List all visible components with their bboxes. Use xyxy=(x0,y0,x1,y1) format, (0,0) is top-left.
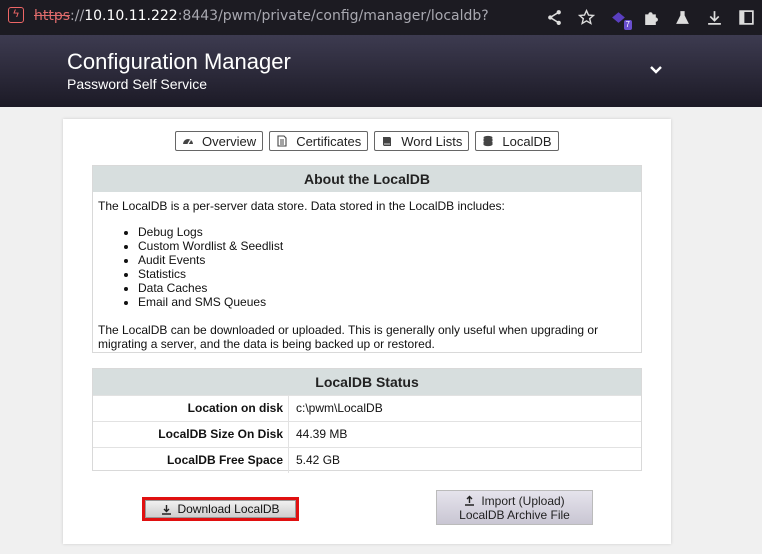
status-title: LocalDB Status xyxy=(93,369,641,395)
about-body: The LocalDB is a per-server data store. … xyxy=(93,192,641,358)
about-list: Debug Logs Custom Wordlist & Seedlist Au… xyxy=(98,225,636,309)
tab-overview[interactable]: Overview xyxy=(175,131,264,151)
list-item: Custom Wordlist & Seedlist xyxy=(138,239,636,253)
row-value: c:\pwm\LocalDB xyxy=(296,401,383,415)
lightning-icon[interactable]: ϟ xyxy=(8,7,24,23)
list-item: Audit Events xyxy=(138,253,636,267)
config-tabs: Overview Certificates Word Lists LocalDB xyxy=(175,131,565,151)
table-row: LocalDB Size On Disk 44.39 MB xyxy=(93,421,641,447)
app-title: Configuration Manager xyxy=(67,49,291,74)
puzzle-icon[interactable] xyxy=(634,5,666,29)
download-icon xyxy=(162,504,172,515)
app-header: Configuration Manager Password Self Serv… xyxy=(0,35,762,107)
row-key: LocalDB Size On Disk xyxy=(93,422,289,447)
row-value: 44.39 MB xyxy=(296,427,348,441)
tab-certificates[interactable]: Certificates xyxy=(269,131,369,151)
about-localdb-box: About the LocalDB The LocalDB is a per-s… xyxy=(92,165,642,353)
row-value: 5.42 GB xyxy=(296,453,341,467)
download-localdb-button[interactable]: Download LocalDB xyxy=(142,497,299,521)
table-row: LocalDB Free Space 5.42 GB xyxy=(93,447,641,473)
import-localdb-button[interactable]: Import (Upload) LocalDB Archive File xyxy=(436,490,593,525)
list-item: Statistics xyxy=(138,267,636,281)
download-icon[interactable] xyxy=(698,5,730,29)
share-icon[interactable] xyxy=(538,5,570,29)
about-intro: The LocalDB is a per-server data store. … xyxy=(98,199,505,213)
dashboard-icon xyxy=(183,139,193,145)
list-item: Email and SMS Queues xyxy=(138,295,636,309)
star-icon[interactable] xyxy=(570,5,602,29)
upload-icon xyxy=(465,495,475,506)
extension-icon[interactable]: 7 xyxy=(602,5,634,30)
url-text[interactable]: https://10.10.11.222:8443/pwm/private/co… xyxy=(34,8,489,24)
book-icon xyxy=(383,137,392,146)
browser-url-bar[interactable]: ϟ https://10.10.11.222:8443/pwm/private/… xyxy=(0,0,762,35)
about-title: About the LocalDB xyxy=(93,166,641,192)
tab-localdb[interactable]: LocalDB xyxy=(475,131,559,151)
chevron-down-icon[interactable] xyxy=(646,61,666,79)
about-outro: The LocalDB can be downloaded or uploade… xyxy=(98,323,599,351)
flask-icon[interactable] xyxy=(666,5,698,29)
database-icon xyxy=(483,135,493,147)
list-item: Data Caches xyxy=(138,281,636,295)
row-key: LocalDB Free Space xyxy=(93,448,289,473)
localdb-status-box: LocalDB Status Location on disk c:\pwm\L… xyxy=(92,368,642,473)
sidebar-icon[interactable] xyxy=(730,5,762,29)
table-row: Location on disk c:\pwm\LocalDB xyxy=(93,395,641,421)
list-item: Debug Logs xyxy=(138,225,636,239)
document-icon xyxy=(277,135,287,147)
row-key: Location on disk xyxy=(93,396,289,421)
app-subtitle: Password Self Service xyxy=(67,76,208,92)
content-panel: Overview Certificates Word Lists LocalDB… xyxy=(63,119,671,544)
tab-word-lists[interactable]: Word Lists xyxy=(374,131,470,151)
